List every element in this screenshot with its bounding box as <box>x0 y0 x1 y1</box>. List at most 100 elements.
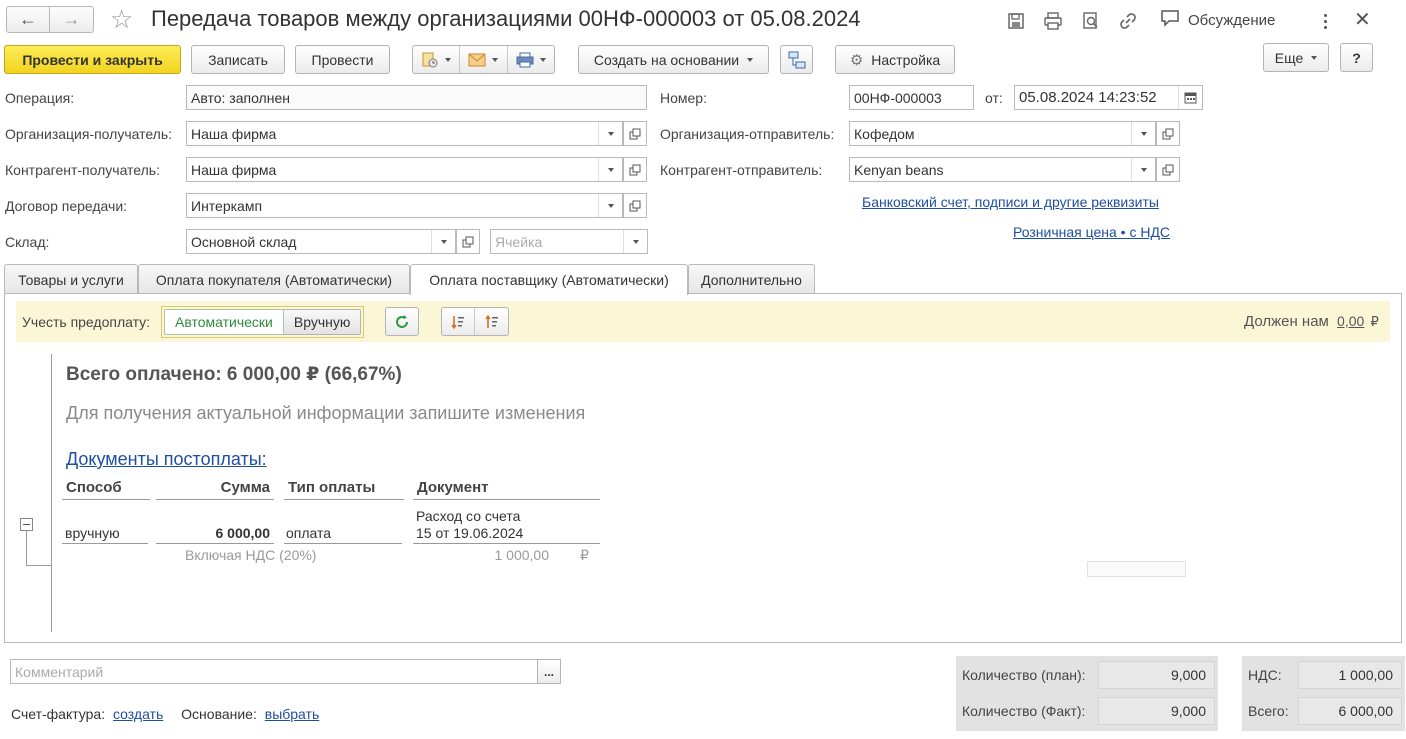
open-org-sender-button[interactable] <box>1156 121 1180 146</box>
contractor-sender-value: Kenyan beans <box>854 161 944 178</box>
save-button[interactable]: Записать <box>191 45 285 74</box>
row-payment-type: оплата <box>286 525 332 541</box>
row-divider <box>284 543 402 544</box>
arrow-right-icon: → <box>62 9 81 29</box>
chevron-down-icon[interactable] <box>598 122 622 145</box>
contractor-receiver-value: Наша фирма <box>191 161 277 178</box>
tab-goods-services[interactable]: Товары и услуги <box>4 264 138 294</box>
sort-buttons-group <box>441 307 509 336</box>
settings-label: Настройка <box>871 51 941 68</box>
date-field[interactable]: 05.08.2024 14:23:52 <box>1014 85 1203 110</box>
org-sender-label: Организация-отправитель: <box>660 126 835 142</box>
gear-icon: ⚙ <box>849 51 864 69</box>
column-method: Способ <box>62 479 150 500</box>
chevron-down-icon[interactable] <box>598 194 622 217</box>
open-contract-button[interactable] <box>623 193 647 218</box>
refresh-icon <box>396 314 408 328</box>
tab-buyer-payment[interactable]: Оплата покупателя (Автоматически) <box>138 264 410 294</box>
post-and-close-button[interactable]: Провести и закрыть <box>4 45 181 74</box>
attachment-button[interactable] <box>413 46 461 73</box>
chevron-down-icon[interactable] <box>431 230 455 253</box>
print-menu-button[interactable] <box>508 46 554 73</box>
row-document-line1: Расход со счета <box>416 508 521 524</box>
sort-asc-button[interactable] <box>475 308 508 335</box>
bank-details-link[interactable]: Банковский счет, подписи и другие реквиз… <box>862 194 1159 210</box>
comment-placeholder: Комментарий <box>15 663 104 680</box>
contractor-receiver-field[interactable]: Наша фирма <box>186 157 623 182</box>
open-contractor-receiver-button[interactable] <box>623 157 647 182</box>
owed-value-link[interactable]: 0,00 <box>1337 313 1364 329</box>
row-document[interactable]: Расход со счета 15 от 19.06.2024 <box>416 508 523 542</box>
date-label: от: <box>985 90 1003 106</box>
settings-button[interactable]: ⚙ Настройка <box>835 45 955 74</box>
post-button[interactable]: Провести <box>295 45 390 74</box>
preview-search-icon[interactable] <box>1079 9 1103 33</box>
basis-select-link[interactable]: выбрать <box>265 706 320 722</box>
org-receiver-field[interactable]: Наша фирма <box>186 121 623 146</box>
discussion-button[interactable]: Обсуждение <box>1160 7 1275 33</box>
arrow-left-icon: ← <box>19 9 37 29</box>
close-icon[interactable]: ✕ <box>1354 7 1371 33</box>
retail-price-link[interactable]: Розничная цена • с НДС <box>1013 224 1170 240</box>
back-button[interactable]: ← <box>6 6 50 33</box>
qty-fact-label: Количество (Факт): <box>962 703 1086 719</box>
structure-button[interactable] <box>780 45 813 74</box>
row-amount: 6 000,00 <box>215 525 271 541</box>
create-based-on-button[interactable]: Создать на основании <box>578 45 769 74</box>
contractor-sender-field[interactable]: Kenyan beans <box>849 157 1156 182</box>
chat-bubble-icon <box>1160 9 1180 31</box>
open-window-icon <box>629 200 641 211</box>
comment-field[interactable]: Комментарий <box>10 659 538 684</box>
forward-button[interactable]: → <box>50 6 94 33</box>
calendar-icon[interactable] <box>1178 86 1202 109</box>
tree-line-branch <box>26 531 27 566</box>
mode-manual-option[interactable]: Вручную <box>283 309 362 335</box>
comment-edit-button[interactable]: ... <box>537 659 561 684</box>
chevron-down-icon[interactable] <box>598 158 622 181</box>
owed-currency: ₽ <box>1370 314 1379 329</box>
postpayment-docs-link[interactable]: Документы постоплаты: <box>66 449 267 470</box>
tab-additional[interactable]: Дополнительно <box>688 264 815 294</box>
grand-total-value: 6 000,00 <box>1298 697 1402 725</box>
more-menu-icon[interactable] <box>1318 9 1332 33</box>
more-button[interactable]: Еще <box>1263 43 1329 72</box>
org-receiver-label: Организация-получатель: <box>5 126 173 142</box>
mode-auto-option[interactable]: Автоматически <box>164 309 284 335</box>
favorite-star-icon[interactable]: ☆ <box>110 4 133 34</box>
chevron-down-icon[interactable] <box>1131 122 1155 145</box>
row-divider <box>413 543 600 544</box>
row-vat-label: Включая НДС (20%) <box>185 547 317 563</box>
contract-field[interactable]: Интеркамп <box>186 193 623 218</box>
contract-value: Интеркамп <box>191 197 263 214</box>
number-value: 00НФ-000003 <box>854 89 942 106</box>
invoice-create-link[interactable]: создать <box>113 706 163 722</box>
tab-supplier-payment[interactable]: Оплата поставщику (Автоматически) <box>410 264 688 295</box>
chevron-down-icon[interactable] <box>1131 158 1155 181</box>
org-sender-field[interactable]: Кофедом <box>849 121 1156 146</box>
number-label: Номер: <box>660 90 707 106</box>
row-method: вручную <box>65 525 120 541</box>
attachment-icon <box>422 52 438 67</box>
refresh-button[interactable] <box>385 307 419 336</box>
sort-desc-button[interactable] <box>442 308 476 335</box>
storage-cell-field[interactable]: Ячейка <box>490 229 648 254</box>
warehouse-field[interactable]: Основной склад <box>186 229 456 254</box>
chevron-down-icon[interactable] <box>623 230 647 253</box>
open-window-icon <box>1162 164 1174 175</box>
vat-total-label: НДС: <box>1248 667 1282 683</box>
qty-fact-value: 9,000 <box>1098 697 1215 725</box>
open-org-receiver-button[interactable] <box>623 121 647 146</box>
print-icon[interactable] <box>1041 9 1065 33</box>
collapse-toggle-icon[interactable] <box>20 518 33 531</box>
open-contractor-sender-button[interactable] <box>1156 157 1180 182</box>
operation-field[interactable]: Авто: заполнен <box>186 85 647 110</box>
number-field[interactable]: 00НФ-000003 <box>849 85 974 110</box>
open-warehouse-button[interactable] <box>456 229 480 254</box>
help-button[interactable]: ? <box>1340 43 1373 72</box>
save-icon[interactable] <box>1004 9 1028 33</box>
create-based-on-label: Создать на основании <box>593 51 740 68</box>
date-value: 05.08.2024 14:23:52 <box>1019 89 1157 106</box>
mail-button[interactable] <box>460 46 508 73</box>
link-icon[interactable] <box>1116 9 1140 33</box>
column-amount: Сумма <box>156 479 274 500</box>
